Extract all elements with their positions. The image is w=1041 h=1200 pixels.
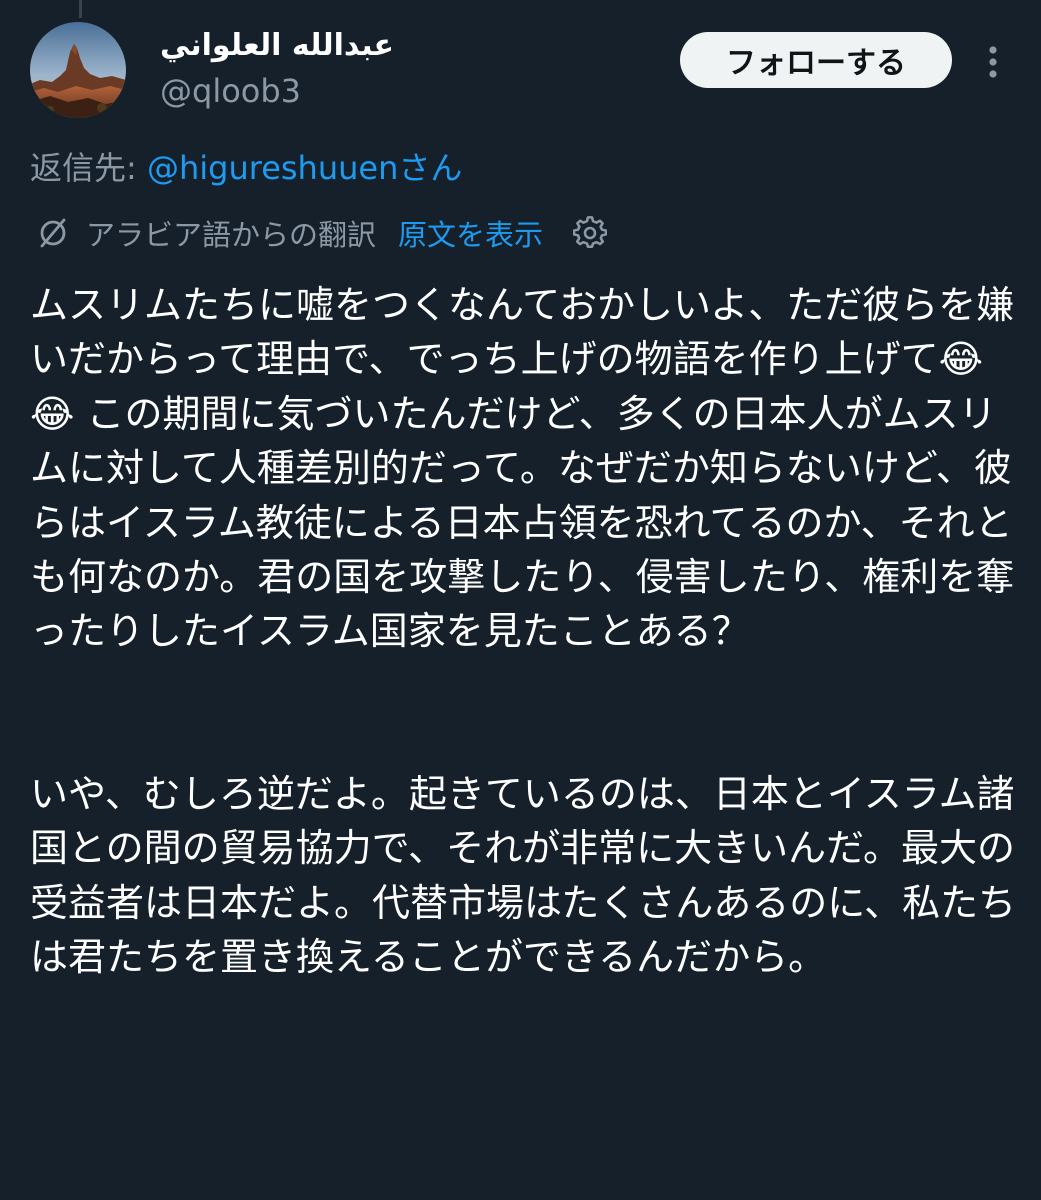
tweet-paragraph: いや、むしろ逆だよ。起きているのは、日本とイスラム諸国との間の貿易協力で、それが…: [30, 771, 1017, 980]
author-display-name[interactable]: عبدالله العلواني: [160, 26, 394, 66]
author-handle[interactable]: @qloob3: [160, 70, 301, 112]
translation-bar: アラビア語からの翻訳 原文を表示: [36, 208, 608, 258]
replying-to: 返信先: @higureshuuenさん: [30, 144, 462, 192]
show-original-link[interactable]: 原文を表示: [398, 212, 543, 254]
translate-globe-icon: [40, 218, 66, 248]
follow-button[interactable]: フォローする: [680, 32, 952, 88]
gear-icon[interactable]: [573, 216, 608, 250]
tweet-text: ムスリムたちに嘘をつくなんておかしいよ、ただ彼らを嫌いだからって理由で、でっち上…: [30, 278, 1020, 984]
desert-rock-landscape-avatar-icon: [30, 22, 126, 118]
replying-to-prefix: 返信先:: [30, 149, 147, 187]
author-avatar[interactable]: [30, 22, 126, 118]
vertical-ellipsis-icon: [989, 46, 997, 78]
thread-connector-line: [79, 0, 82, 18]
tweet-paragraph: ムスリムたちに嘘をつくなんておかしいよ、ただ彼らを嫌いだからって理由で、でっち上…: [30, 283, 1015, 654]
translation-label: アラビア語からの翻訳: [86, 218, 377, 252]
reply-mention-link[interactable]: @higureshuuenさん: [147, 149, 462, 187]
more-options-button[interactable]: [975, 40, 1011, 84]
